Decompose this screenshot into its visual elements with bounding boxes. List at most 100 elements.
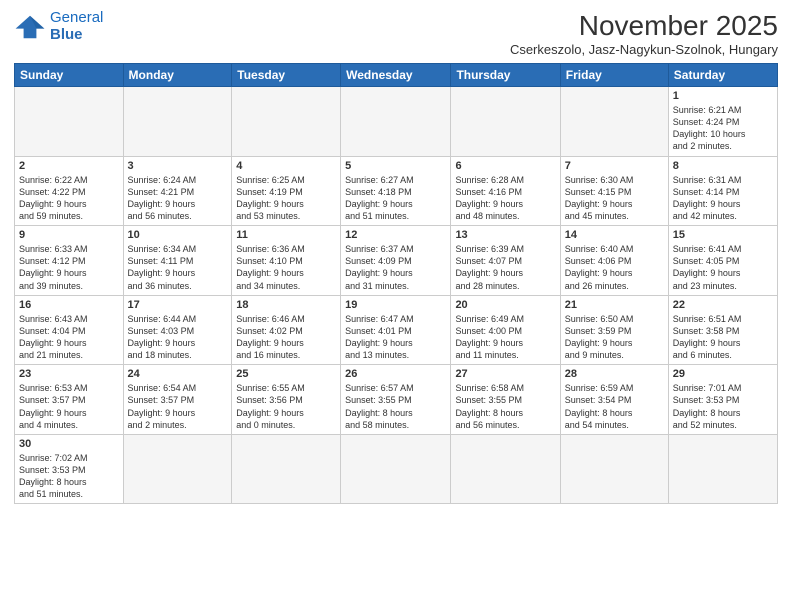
day-number: 25 <box>236 368 336 380</box>
col-header-sunday: Sunday <box>15 64 124 87</box>
day-cell: 10 Sunrise: 6:34 AM Sunset: 4:11 PM Dayli… <box>123 226 232 296</box>
logo: General Blue <box>14 10 103 43</box>
day-info: Sunrise: 6:58 AM Sunset: 3:55 PM Dayligh… <box>455 382 555 431</box>
day-info: Sunrise: 6:41 AM Sunset: 4:05 PM Dayligh… <box>673 243 773 292</box>
day-number: 2 <box>19 160 119 172</box>
day-number: 20 <box>455 299 555 311</box>
day-info: Sunrise: 6:59 AM Sunset: 3:54 PM Dayligh… <box>565 382 664 431</box>
day-info: Sunrise: 6:51 AM Sunset: 3:58 PM Dayligh… <box>673 313 773 362</box>
day-cell: 24Sunrise: 6:54 AM Sunset: 3:57 PM Dayli… <box>123 365 232 435</box>
title-block: November 2025 Cserkeszolo, Jasz-Nagykun-… <box>510 10 778 57</box>
day-info: Sunrise: 6:34 AM Sunset: 4:11 PM Dayligh… <box>128 243 228 292</box>
day-cell: 8 Sunrise: 6:31 AM Sunset: 4:14 PM Daylig… <box>668 156 777 226</box>
day-cell <box>560 87 668 157</box>
day-number: 18 <box>236 299 336 311</box>
day-number: 1 <box>673 90 773 102</box>
day-cell <box>451 434 560 504</box>
day-cell: 23 Sunrise: 6:53 AM Sunset: 3:57 PM Dayli… <box>15 365 124 435</box>
header: General Blue November 2025 Cserkeszolo, … <box>14 10 778 57</box>
week-row-2: 9 Sunrise: 6:33 AM Sunset: 4:12 PM Daylig… <box>15 226 778 296</box>
day-cell: 2 Sunrise: 6:22 AM Sunset: 4:22 PM Daylig… <box>15 156 124 226</box>
day-number: 26 <box>345 368 446 380</box>
day-cell: 22Sunrise: 6:51 AM Sunset: 3:58 PM Dayli… <box>668 295 777 365</box>
subtitle: Cserkeszolo, Jasz-Nagykun-Szolnok, Hunga… <box>510 42 778 57</box>
day-number: 8 <box>673 160 773 172</box>
day-cell: 18 Sunrise: 6:46 AM Sunset: 4:02 PM Dayli… <box>232 295 341 365</box>
logo-blue: Blue <box>50 26 83 43</box>
day-info: Sunrise: 6:36 AM Sunset: 4:10 PM Dayligh… <box>236 243 336 292</box>
day-info: Sunrise: 6:40 AM Sunset: 4:06 PM Dayligh… <box>565 243 664 292</box>
day-cell: 11 Sunrise: 6:36 AM Sunset: 4:10 PM Dayli… <box>232 226 341 296</box>
calendar: SundayMondayTuesdayWednesdayThursdayFrid… <box>14 63 778 504</box>
day-number: 27 <box>455 368 555 380</box>
week-row-0: 1 Sunrise: 6:21 AM Sunset: 4:24 PM Daylig… <box>15 87 778 157</box>
day-info: Sunrise: 6:21 AM Sunset: 4:24 PM Dayligh… <box>673 104 773 153</box>
day-number: 28 <box>565 368 664 380</box>
day-cell: 12Sunrise: 6:37 AM Sunset: 4:09 PM Dayli… <box>341 226 451 296</box>
day-info: Sunrise: 6:25 AM Sunset: 4:19 PM Dayligh… <box>236 174 336 223</box>
calendar-header-row: SundayMondayTuesdayWednesdayThursdayFrid… <box>15 64 778 87</box>
day-number: 14 <box>565 229 664 241</box>
week-row-3: 16 Sunrise: 6:43 AM Sunset: 4:04 PM Dayli… <box>15 295 778 365</box>
day-cell: 21Sunrise: 6:50 AM Sunset: 3:59 PM Dayli… <box>560 295 668 365</box>
day-number: 21 <box>565 299 664 311</box>
day-cell <box>341 87 451 157</box>
day-cell: 3 Sunrise: 6:24 AM Sunset: 4:21 PM Daylig… <box>123 156 232 226</box>
day-info: Sunrise: 6:27 AM Sunset: 4:18 PM Dayligh… <box>345 174 446 223</box>
day-number: 3 <box>128 160 228 172</box>
day-cell: 1 Sunrise: 6:21 AM Sunset: 4:24 PM Daylig… <box>668 87 777 157</box>
day-number: 7 <box>565 160 664 172</box>
day-number: 9 <box>19 229 119 241</box>
day-info: Sunrise: 6:55 AM Sunset: 3:56 PM Dayligh… <box>236 382 336 431</box>
day-info: Sunrise: 6:28 AM Sunset: 4:16 PM Dayligh… <box>455 174 555 223</box>
day-info: Sunrise: 7:01 AM Sunset: 3:53 PM Dayligh… <box>673 382 773 431</box>
day-info: Sunrise: 6:53 AM Sunset: 3:57 PM Dayligh… <box>19 382 119 431</box>
day-number: 30 <box>19 438 119 450</box>
day-cell: 25 Sunrise: 6:55 AM Sunset: 3:56 PM Dayli… <box>232 365 341 435</box>
day-cell: 20 Sunrise: 6:49 AM Sunset: 4:00 PM Dayli… <box>451 295 560 365</box>
day-cell: 19 Sunrise: 6:47 AM Sunset: 4:01 PM Dayli… <box>341 295 451 365</box>
day-number: 4 <box>236 160 336 172</box>
logo-general: General <box>50 9 103 26</box>
logo-text: General Blue <box>50 10 103 43</box>
day-number: 16 <box>19 299 119 311</box>
day-cell: 7 Sunrise: 6:30 AM Sunset: 4:15 PM Daylig… <box>560 156 668 226</box>
day-cell: 16 Sunrise: 6:43 AM Sunset: 4:04 PM Dayli… <box>15 295 124 365</box>
col-header-friday: Friday <box>560 64 668 87</box>
day-info: Sunrise: 7:02 AM Sunset: 3:53 PM Dayligh… <box>19 452 119 501</box>
day-cell: 15 Sunrise: 6:41 AM Sunset: 4:05 PM Dayli… <box>668 226 777 296</box>
day-info: Sunrise: 6:57 AM Sunset: 3:55 PM Dayligh… <box>345 382 446 431</box>
day-cell <box>560 434 668 504</box>
col-header-saturday: Saturday <box>668 64 777 87</box>
day-cell <box>123 434 232 504</box>
day-info: Sunrise: 6:33 AM Sunset: 4:12 PM Dayligh… <box>19 243 119 292</box>
day-number: 15 <box>673 229 773 241</box>
day-cell: 6 Sunrise: 6:28 AM Sunset: 4:16 PM Daylig… <box>451 156 560 226</box>
day-number: 10 <box>128 229 228 241</box>
day-number: 29 <box>673 368 773 380</box>
day-info: Sunrise: 6:43 AM Sunset: 4:04 PM Dayligh… <box>19 313 119 362</box>
main-title: November 2025 <box>510 10 778 42</box>
day-cell: 14 Sunrise: 6:40 AM Sunset: 4:06 PM Dayli… <box>560 226 668 296</box>
day-number: 11 <box>236 229 336 241</box>
day-number: 5 <box>345 160 446 172</box>
day-info: Sunrise: 6:22 AM Sunset: 4:22 PM Dayligh… <box>19 174 119 223</box>
day-info: Sunrise: 6:24 AM Sunset: 4:21 PM Dayligh… <box>128 174 228 223</box>
day-info: Sunrise: 6:47 AM Sunset: 4:01 PM Dayligh… <box>345 313 446 362</box>
day-info: Sunrise: 6:31 AM Sunset: 4:14 PM Dayligh… <box>673 174 773 223</box>
day-cell: 27 Sunrise: 6:58 AM Sunset: 3:55 PM Dayli… <box>451 365 560 435</box>
day-cell: 30 Sunrise: 7:02 AM Sunset: 3:53 PM Dayli… <box>15 434 124 504</box>
day-info: Sunrise: 6:49 AM Sunset: 4:00 PM Dayligh… <box>455 313 555 362</box>
week-row-4: 23 Sunrise: 6:53 AM Sunset: 3:57 PM Dayli… <box>15 365 778 435</box>
day-info: Sunrise: 6:46 AM Sunset: 4:02 PM Dayligh… <box>236 313 336 362</box>
day-info: Sunrise: 6:54 AM Sunset: 3:57 PM Dayligh… <box>128 382 228 431</box>
day-number: 19 <box>345 299 446 311</box>
day-number: 17 <box>128 299 228 311</box>
day-info: Sunrise: 6:30 AM Sunset: 4:15 PM Dayligh… <box>565 174 664 223</box>
day-cell <box>668 434 777 504</box>
day-number: 6 <box>455 160 555 172</box>
day-cell <box>123 87 232 157</box>
week-row-1: 2 Sunrise: 6:22 AM Sunset: 4:22 PM Daylig… <box>15 156 778 226</box>
col-header-monday: Monday <box>123 64 232 87</box>
day-number: 23 <box>19 368 119 380</box>
